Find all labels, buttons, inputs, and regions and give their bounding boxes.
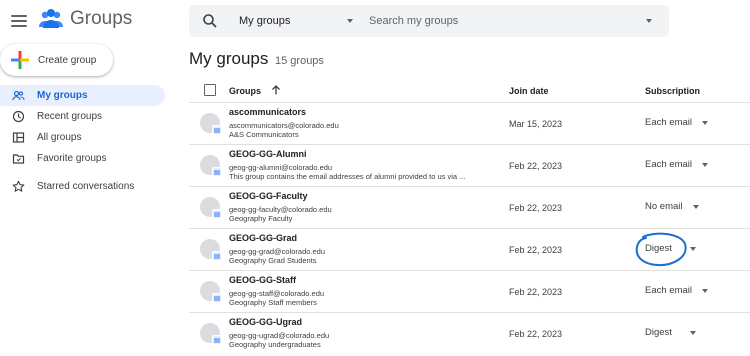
group-email: geog-gg-faculty@colorado.edu	[229, 205, 332, 214]
chevron-down-icon	[689, 246, 696, 251]
groups-logo[interactable]: Groups	[38, 6, 132, 32]
search-icon[interactable]	[202, 13, 218, 29]
plus-icon	[11, 51, 29, 69]
create-group-button[interactable]: Create group	[0, 44, 113, 76]
group-badge-icon	[212, 209, 222, 219]
chevron-down-icon[interactable]	[347, 19, 353, 23]
group-description: A&S Communicators	[229, 130, 299, 139]
subscription-value: Each email	[645, 117, 692, 128]
table-row[interactable]: ascommunicators ascommunicators@colorado…	[189, 103, 750, 145]
menu-line	[11, 20, 27, 22]
subscription-select[interactable]: Each email	[645, 159, 708, 170]
chevron-down-icon	[689, 330, 696, 335]
sidebar-nav: My groups Recent groups All groups Favor…	[0, 85, 165, 197]
sidebar-item-label: All groups	[37, 132, 82, 143]
sidebar-item-label: Recent groups	[37, 111, 103, 122]
group-email: geog-gg-grad@colorado.edu	[229, 247, 326, 256]
join-date: Feb 22, 2023	[509, 245, 563, 255]
group-name[interactable]: GEOG-GG-Faculty	[229, 191, 308, 201]
group-email: geog-gg-ugrad@colorado.edu	[229, 331, 330, 340]
page-title: My groups	[189, 49, 269, 68]
star-icon	[12, 180, 25, 193]
table-row[interactable]: GEOG-GG-Grad geog-gg-grad@colorado.edu G…	[189, 229, 750, 271]
search-scope-select[interactable]: My groups	[239, 15, 335, 27]
join-date: Feb 22, 2023	[509, 203, 563, 213]
subscription-value: Each email	[645, 285, 692, 296]
column-header-groups[interactable]: Groups	[229, 86, 261, 96]
table-row[interactable]: GEOG-GG-Alumni geog-gg-alumni@colorado.e…	[189, 145, 750, 187]
group-description: This group contains the email addresses …	[229, 172, 466, 181]
column-header-join-date: Join date	[509, 86, 549, 96]
join-date: Feb 22, 2023	[509, 287, 563, 297]
group-email: geog-gg-alumni@colorado.edu	[229, 163, 333, 172]
chevron-down-icon	[702, 162, 708, 167]
groups-logo-icon	[39, 9, 63, 28]
group-email: ascommunicators@colorado.edu	[229, 121, 339, 130]
chevron-down-icon	[702, 288, 708, 293]
subscription-select[interactable]: Digest	[645, 327, 696, 338]
table-row[interactable]: GEOG-GG-Staff geog-gg-staff@colorado.edu…	[189, 271, 750, 313]
group-description: Geography Grad Students	[229, 256, 317, 265]
sidebar-item-recent-groups[interactable]: Recent groups	[0, 106, 165, 127]
group-name[interactable]: GEOG-GG-Alumni	[229, 149, 307, 159]
sort-ascending-arrow-icon[interactable]	[270, 84, 282, 96]
search-scope-value: My groups	[239, 15, 291, 27]
create-group-label: Create group	[38, 54, 97, 66]
group-badge-icon	[212, 251, 222, 261]
group-description: Geography Staff members	[229, 298, 317, 307]
group-badge-icon	[212, 335, 222, 345]
group-description: Geography undergraduates	[229, 340, 321, 349]
folder-icon	[12, 152, 25, 165]
sidebar-item-label: Starred conversations	[37, 181, 135, 192]
join-date: Mar 15, 2023	[509, 119, 563, 129]
group-badge-icon	[212, 293, 222, 303]
search-input[interactable]	[369, 15, 619, 27]
subscription-value: No email	[645, 201, 683, 212]
select-all-checkbox[interactable]	[204, 84, 216, 96]
sidebar-item-starred-conversations[interactable]: Starred conversations	[0, 176, 165, 197]
group-name[interactable]: GEOG-GG-Staff	[229, 275, 296, 285]
chevron-down-icon	[692, 204, 699, 209]
table-row[interactable]: GEOG-GG-Ugrad geog-gg-ugrad@colorado.edu…	[189, 313, 750, 355]
all-groups-icon	[12, 131, 25, 144]
group-badge-icon	[212, 167, 222, 177]
subscription-select[interactable]: No email	[645, 201, 699, 212]
table-row[interactable]: GEOG-GG-Faculty geog-gg-faculty@colorado…	[189, 187, 750, 229]
sidebar-item-label: My groups	[37, 90, 88, 101]
search-bar: My groups	[189, 5, 669, 37]
main-menu-button[interactable]	[10, 12, 28, 30]
subscription-select[interactable]: Each email	[645, 285, 708, 296]
menu-line	[11, 15, 27, 17]
sidebar-item-all-groups[interactable]: All groups	[0, 127, 165, 148]
sidebar-item-favorite-groups[interactable]: Favorite groups	[0, 148, 165, 169]
subscription-value: Digest	[645, 327, 672, 338]
clock-icon	[12, 110, 25, 123]
subscription-select[interactable]: Each email	[645, 117, 708, 128]
group-count: 15 groups	[275, 55, 324, 67]
search-options-chevron-icon[interactable]	[646, 19, 652, 23]
group-description: Geography Faculty	[229, 214, 293, 223]
groups-table: Groups Join date Subscription ascommunic…	[189, 78, 750, 355]
subscription-value: Digest	[645, 243, 672, 254]
group-name[interactable]: ascommunicators	[229, 107, 306, 117]
people-outline-icon	[12, 89, 25, 102]
table-header: Groups Join date Subscription	[189, 78, 750, 103]
column-header-subscription: Subscription	[645, 86, 701, 96]
join-date: Feb 22, 2023	[509, 161, 563, 171]
group-badge-icon	[212, 125, 222, 135]
sidebar-item-label: Favorite groups	[37, 153, 107, 164]
group-name[interactable]: GEOG-GG-Grad	[229, 233, 297, 243]
group-email: geog-gg-staff@colorado.edu	[229, 289, 325, 298]
menu-line	[11, 25, 27, 27]
chevron-down-icon	[702, 120, 708, 125]
subscription-value: Each email	[645, 159, 692, 170]
sidebar-item-my-groups[interactable]: My groups	[0, 85, 165, 106]
app-title: Groups	[70, 8, 133, 29]
subscription-select[interactable]: Digest	[645, 243, 696, 254]
group-name[interactable]: GEOG-GG-Ugrad	[229, 317, 302, 327]
join-date: Feb 22, 2023	[509, 329, 563, 339]
